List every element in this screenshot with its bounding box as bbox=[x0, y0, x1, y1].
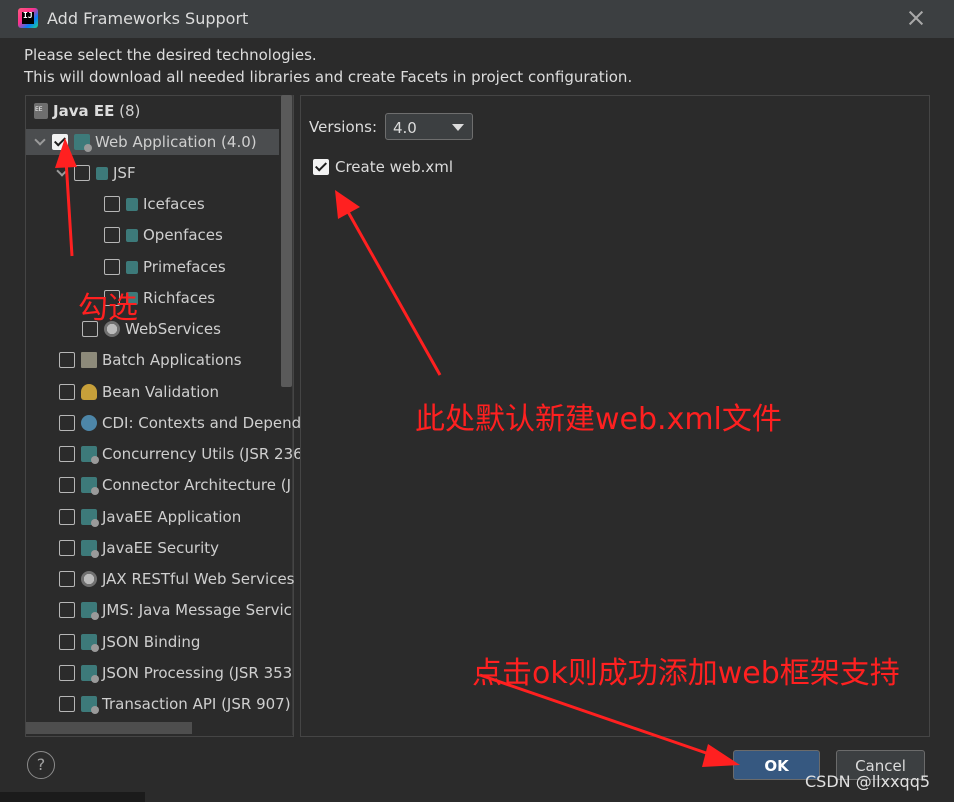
jsf-icon bbox=[96, 166, 108, 180]
tree-item-label: Richfaces bbox=[143, 289, 216, 307]
bean-validation-checkbox[interactable] bbox=[59, 384, 75, 400]
tree-item-label: Openfaces bbox=[143, 226, 223, 244]
tree-group-java-ee[interactable]: Java EE (8) bbox=[34, 98, 140, 124]
versions-value: 4.0 bbox=[393, 119, 417, 137]
description-line-1: Please select the desired technologies. bbox=[24, 46, 317, 64]
web-app-icon bbox=[81, 446, 99, 464]
tree-item-label: Primefaces bbox=[143, 258, 226, 276]
tree-item-json-binding[interactable]: JSON Binding bbox=[59, 629, 200, 655]
tree-item-label: Batch Applications bbox=[102, 351, 242, 369]
jms-checkbox[interactable] bbox=[59, 602, 75, 618]
tree-item-cdi[interactable]: CDI: Contexts and Depend bbox=[59, 410, 301, 436]
tree-item-label: JavaEE Application bbox=[102, 508, 242, 526]
folder-icon bbox=[81, 352, 97, 368]
jax-rs-checkbox[interactable] bbox=[59, 571, 75, 587]
concurrency-utils-checkbox[interactable] bbox=[59, 446, 75, 462]
web-app-icon bbox=[81, 696, 99, 714]
create-web-xml-label: Create web.xml bbox=[335, 158, 454, 176]
group-count: (8) bbox=[119, 102, 141, 120]
close-icon[interactable] bbox=[905, 7, 927, 29]
group-label: Java EE bbox=[53, 102, 115, 120]
tree-item-jax-rs[interactable]: JAX RESTful Web Services bbox=[59, 566, 295, 592]
chevron-down-icon[interactable] bbox=[56, 167, 68, 179]
cdi-icon bbox=[81, 415, 97, 431]
javaee-application-checkbox[interactable] bbox=[59, 509, 75, 525]
tree-item-jsf[interactable]: JSF bbox=[56, 160, 136, 186]
tree-item-label: Web Application (4.0) bbox=[95, 133, 257, 151]
web-app-icon bbox=[81, 477, 99, 495]
connector-architecture-checkbox[interactable] bbox=[59, 477, 75, 493]
tree-item-icefaces[interactable]: Icefaces bbox=[104, 191, 205, 217]
web-app-icon bbox=[74, 134, 92, 152]
tree-item-bean-validation[interactable]: Bean Validation bbox=[59, 379, 219, 405]
jsf-icon bbox=[126, 228, 138, 242]
dialog-title: Add Frameworks Support bbox=[47, 9, 249, 28]
csdn-watermark: CSDN @llxxqq5 bbox=[805, 772, 931, 791]
annotation-click-ok: 点击ok则成功添加web框架支持 bbox=[472, 656, 900, 691]
icefaces-checkbox[interactable] bbox=[104, 196, 120, 212]
tree-item-javaee-application[interactable]: JavaEE Application bbox=[59, 504, 241, 530]
java-ee-icon bbox=[34, 103, 48, 119]
create-web-xml-checkbox[interactable] bbox=[313, 159, 329, 175]
dropdown-arrow-icon bbox=[452, 124, 464, 131]
tree-item-label: JAX RESTful Web Services bbox=[102, 570, 295, 588]
bean-icon bbox=[81, 384, 97, 400]
taskbar-strip bbox=[0, 792, 145, 802]
jsf-icon bbox=[126, 260, 138, 274]
tree-item-javaee-security[interactable]: JavaEE Security bbox=[59, 535, 219, 561]
web-app-icon bbox=[81, 602, 99, 620]
web-app-icon bbox=[81, 634, 99, 652]
tree-item-label: Concurrency Utils (JSR 236 bbox=[102, 445, 303, 463]
tree-item-label: CDI: Contexts and Depend bbox=[102, 414, 302, 432]
tree-item-openfaces[interactable]: Openfaces bbox=[104, 222, 223, 248]
tree-item-transaction-api[interactable]: Transaction API (JSR 907) bbox=[59, 691, 291, 717]
help-icon[interactable]: ? bbox=[27, 751, 55, 779]
web-app-icon bbox=[81, 509, 99, 527]
create-web-xml-option[interactable]: Create web.xml bbox=[313, 158, 453, 176]
tree-vertical-scrollbar[interactable] bbox=[281, 95, 292, 387]
web-app-icon bbox=[81, 540, 99, 558]
batch-applications-checkbox[interactable] bbox=[59, 352, 75, 368]
annotation-check: 勾选 bbox=[78, 291, 138, 326]
web-app-icon bbox=[81, 665, 99, 683]
globe-icon bbox=[81, 571, 97, 587]
annotation-default-web-xml: 此处默认新建web.xml文件 bbox=[415, 402, 782, 437]
javaee-security-checkbox[interactable] bbox=[59, 540, 75, 556]
tree-item-concurrency-utils[interactable]: Concurrency Utils (JSR 236 bbox=[59, 441, 303, 467]
chevron-down-icon[interactable] bbox=[34, 136, 46, 148]
tree-item-primefaces[interactable]: Primefaces bbox=[104, 254, 226, 280]
tree-item-json-processing[interactable]: JSON Processing (JSR 353 bbox=[59, 660, 292, 686]
transaction-api-checkbox[interactable] bbox=[59, 696, 75, 712]
tree-item-web-application[interactable]: Web Application (4.0) bbox=[26, 129, 279, 155]
primefaces-checkbox[interactable] bbox=[104, 259, 120, 275]
versions-dropdown[interactable]: 4.0 bbox=[385, 113, 473, 140]
tree-item-label: Connector Architecture (J bbox=[102, 476, 292, 494]
json-processing-checkbox[interactable] bbox=[59, 665, 75, 681]
intellij-logo-icon: IJ bbox=[18, 8, 38, 28]
json-binding-checkbox[interactable] bbox=[59, 634, 75, 650]
tree-item-label: Bean Validation bbox=[102, 383, 220, 401]
tree-horizontal-scrollbar[interactable] bbox=[26, 722, 192, 734]
tree-item-label: JSON Processing (JSR 353 bbox=[102, 664, 293, 682]
tree-item-connector-architecture[interactable]: Connector Architecture (J bbox=[59, 472, 291, 498]
description-line-2: This will download all needed libraries … bbox=[24, 68, 633, 86]
app-icon-text: IJ bbox=[23, 11, 33, 20]
tree-item-label: JSF bbox=[113, 164, 136, 182]
jsf-checkbox[interactable] bbox=[74, 165, 90, 181]
tree-item-label: JavaEE Security bbox=[102, 539, 220, 557]
tree-item-label: Transaction API (JSR 907) bbox=[102, 695, 291, 713]
tree-item-label: JSON Binding bbox=[102, 633, 201, 651]
web-application-checkbox[interactable] bbox=[52, 134, 68, 150]
tree-item-label: JMS: Java Message Servic bbox=[102, 601, 292, 619]
tree-item-label: WebServices bbox=[125, 320, 221, 338]
cdi-checkbox[interactable] bbox=[59, 415, 75, 431]
jsf-icon bbox=[126, 197, 138, 211]
versions-label: Versions: bbox=[309, 118, 378, 136]
tree-item-jms[interactable]: JMS: Java Message Servic bbox=[59, 597, 292, 623]
tree-item-label: Icefaces bbox=[143, 195, 205, 213]
openfaces-checkbox[interactable] bbox=[104, 227, 120, 243]
tree-item-batch-applications[interactable]: Batch Applications bbox=[59, 347, 242, 373]
